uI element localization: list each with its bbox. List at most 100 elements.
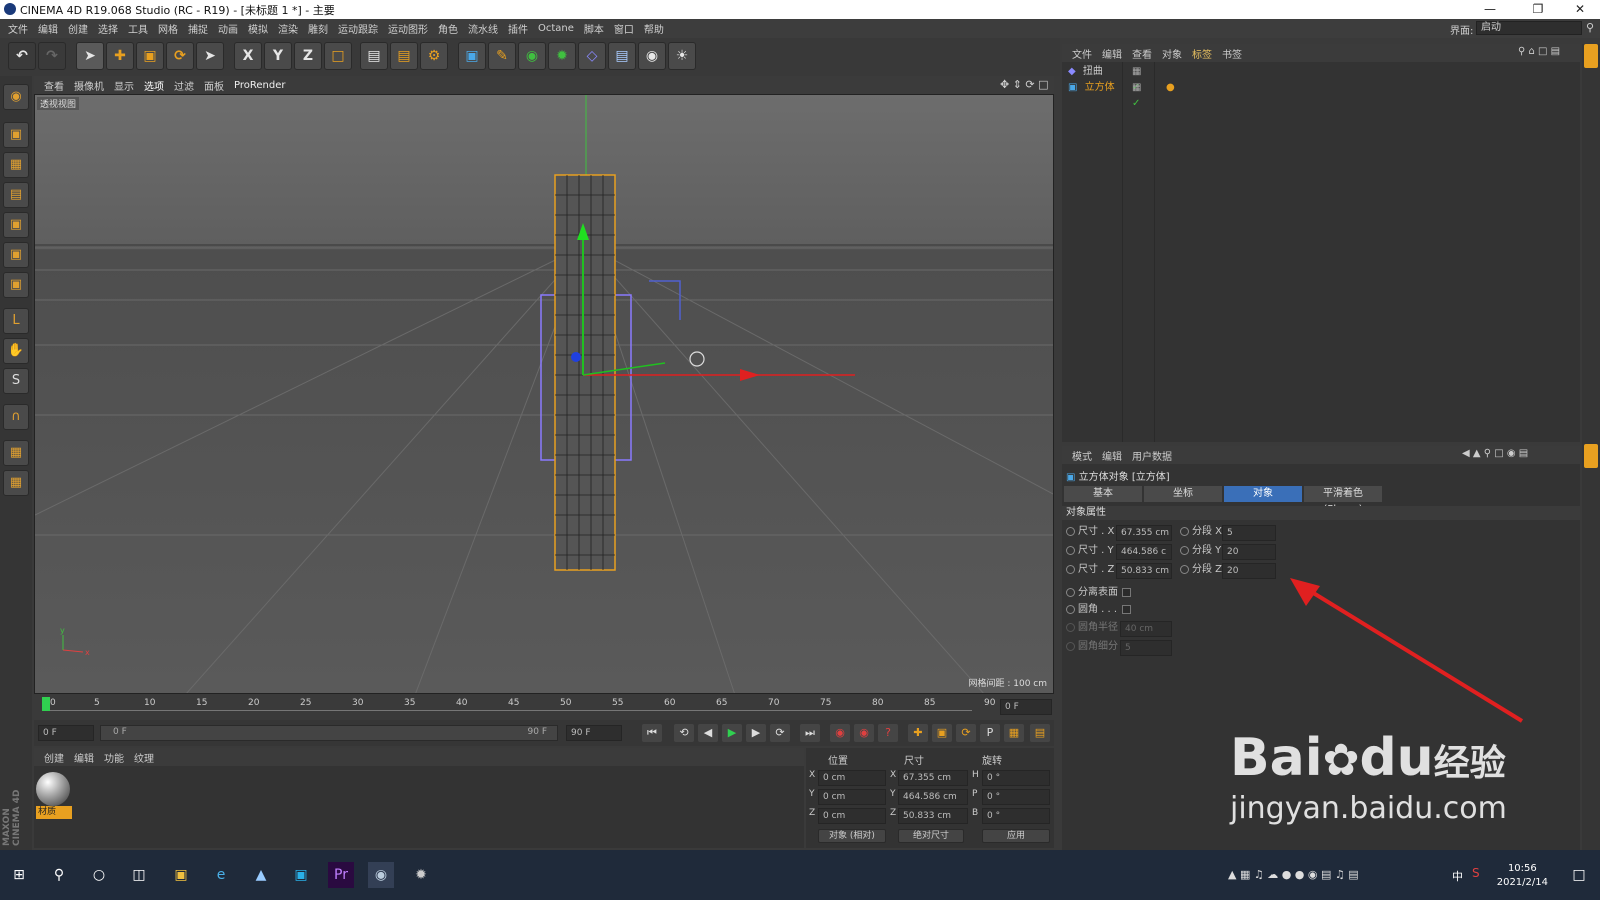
app-icon[interactable]: ▲	[248, 862, 274, 888]
obj-menu-view[interactable]: 查看	[1132, 46, 1152, 61]
workplane-lock-icon[interactable]: ▦	[3, 440, 29, 466]
attribute-nav-icons[interactable]: ◀ ▲ ⚲ □ ◉ ▤	[1462, 448, 1528, 459]
mat-menu-function[interactable]: 功能	[104, 750, 124, 765]
end-frame-field[interactable]: 90 F	[566, 725, 622, 741]
maximize-button[interactable]: ❐	[1520, 0, 1556, 19]
playhead[interactable]	[42, 697, 50, 711]
tab-basic[interactable]: 基本	[1064, 486, 1142, 502]
menu-snap[interactable]: 捕捉	[188, 21, 208, 36]
store-icon[interactable]: ▣	[288, 862, 314, 888]
deformer-icon[interactable]: ◇	[578, 42, 606, 70]
timeline-window-icon[interactable]: ▤	[1030, 724, 1050, 742]
rot-b-field[interactable]: 0 °	[982, 808, 1050, 824]
render-picture-viewer-icon[interactable]: ▤	[390, 42, 418, 70]
menu-mesh[interactable]: 网格	[158, 21, 178, 36]
phong-tag-icon[interactable]: ●	[1166, 80, 1175, 96]
vp-menu-options[interactable]: 选项	[144, 78, 164, 93]
vp-menu-view[interactable]: 查看	[44, 78, 64, 93]
menu-render[interactable]: 渲染	[278, 21, 298, 36]
menu-octane[interactable]: Octane	[538, 23, 574, 34]
current-frame-field[interactable]: 0 F	[1000, 699, 1052, 715]
texture-mode-icon[interactable]: ▦	[3, 152, 29, 178]
obj-menu-bookmarks[interactable]: 书签	[1222, 46, 1242, 61]
camera-icon[interactable]: ◉	[638, 42, 666, 70]
key-pla-icon[interactable]: ▦	[1004, 724, 1024, 742]
obj-menu-edit[interactable]: 编辑	[1102, 46, 1122, 61]
viewport-nav-icons[interactable]: ✥ ⇕ ⟳ □	[1000, 78, 1049, 91]
preview-range-slider[interactable]: 0 F 90 F	[100, 725, 558, 741]
light-icon[interactable]: ☀	[668, 42, 696, 70]
keyframe-radio[interactable]	[1180, 564, 1189, 574]
magnet-icon[interactable]: ∩	[3, 404, 29, 430]
attr-menu-mode[interactable]: 模式	[1072, 448, 1092, 463]
tweak-mode-icon[interactable]: ✋	[3, 338, 29, 364]
tab-object[interactable]: 对象	[1224, 486, 1302, 502]
menu-character[interactable]: 角色	[438, 21, 458, 36]
menu-sculpt[interactable]: 雕刻	[308, 21, 328, 36]
attr-seg-x-field[interactable]: 5	[1222, 525, 1276, 541]
key-scale-icon[interactable]: ▣	[932, 724, 952, 742]
keyframe-selection-icon[interactable]: ?	[878, 724, 898, 742]
move-tool-icon[interactable]: ✚	[106, 42, 134, 70]
snap-icon[interactable]: S	[3, 368, 29, 394]
start-frame-field[interactable]: 0 F	[38, 725, 94, 741]
keyframe-radio[interactable]	[1180, 526, 1189, 536]
size-mode-select[interactable]: 绝对尺寸	[898, 829, 964, 843]
timeline-ruler[interactable]: 0 5 10 15 20 25 30 35 40 45 50 55 60 65 …	[34, 696, 1054, 718]
next-frame-icon[interactable]: ▶	[746, 724, 766, 742]
menu-plugins[interactable]: 插件	[508, 21, 528, 36]
pos-z-field[interactable]: 0 cm	[818, 808, 886, 824]
object-row-twist[interactable]: ◆ 扭曲 ▦ ✓	[1068, 64, 1141, 93]
z-axis-lock-icon[interactable]: Z	[294, 42, 322, 70]
array-generator-icon[interactable]: ✹	[548, 42, 576, 70]
edges-mode-icon[interactable]: ▣	[3, 242, 29, 268]
obj-menu-objects[interactable]: 对象	[1162, 46, 1182, 61]
menu-window[interactable]: 窗口	[614, 21, 634, 36]
menu-pipeline[interactable]: 流水线	[468, 21, 498, 36]
sogou-icon[interactable]: S	[1472, 866, 1480, 880]
previous-key-icon[interactable]: ⟲	[674, 724, 694, 742]
visibility-toggle-icon[interactable]: ▦ ✓	[1132, 80, 1141, 112]
task-view-icon[interactable]: ◫	[126, 862, 152, 888]
attr-size-x-field[interactable]: 67.355 cm	[1116, 525, 1172, 541]
material-swatch[interactable]: 材质	[36, 772, 72, 822]
obj-menu-tags[interactable]: 标签	[1192, 46, 1212, 61]
previous-frame-icon[interactable]: ◀	[698, 724, 718, 742]
object-manager-tool-icons[interactable]: ⚲ ⌂ □ ▤	[1518, 46, 1560, 57]
start-icon[interactable]: ⊞	[6, 862, 32, 888]
menu-animate[interactable]: 动画	[218, 21, 238, 36]
menu-mograph[interactable]: 运动图形	[388, 21, 428, 36]
side-tab-objects[interactable]	[1584, 44, 1598, 68]
spline-pen-icon[interactable]: ✎	[488, 42, 516, 70]
close-button[interactable]: ✕	[1562, 0, 1598, 19]
redo-icon[interactable]: ↷	[38, 42, 66, 70]
menu-file[interactable]: 文件	[8, 21, 28, 36]
search-icon[interactable]: ⚲	[46, 862, 72, 888]
go-to-start-icon[interactable]: ⏮	[642, 724, 662, 742]
make-editable-icon[interactable]: ◉	[3, 84, 29, 110]
pos-x-field[interactable]: 0 cm	[818, 770, 886, 786]
attr-menu-edit[interactable]: 编辑	[1102, 448, 1122, 463]
attr-seg-y-field[interactable]: 20	[1222, 544, 1276, 560]
menu-simulate[interactable]: 模拟	[248, 21, 268, 36]
tab-phong[interactable]: 平滑着色(Phong)	[1304, 486, 1382, 515]
search-icon[interactable]: ⚲	[1586, 21, 1594, 34]
vp-menu-prorender[interactable]: ProRender	[234, 80, 285, 91]
vp-menu-panel[interactable]: 面板	[204, 78, 224, 93]
premiere-icon[interactable]: Pr	[328, 862, 354, 888]
attr-seg-z-field[interactable]: 20	[1222, 563, 1276, 579]
layout-select[interactable]: 启动	[1476, 21, 1582, 35]
object-row-cube[interactable]: ▣ 立方体 ▦ ✓ ●	[1068, 80, 1175, 109]
separate-surfaces-checkbox[interactable]	[1122, 588, 1131, 597]
next-key-icon[interactable]: ⟳	[770, 724, 790, 742]
record-keys-icon[interactable]: ◉	[830, 724, 850, 742]
select-tool-icon[interactable]: ➤	[76, 42, 104, 70]
menu-motion-tracker[interactable]: 运动跟踪	[338, 21, 378, 36]
autokey-icon[interactable]: ◉	[854, 724, 874, 742]
attr-menu-userdata[interactable]: 用户数据	[1132, 448, 1172, 463]
size-y-field[interactable]: 464.586 cm	[898, 789, 968, 805]
menu-select[interactable]: 选择	[98, 21, 118, 36]
model-mode-icon[interactable]: ▣	[3, 122, 29, 148]
keyframe-radio[interactable]	[1180, 545, 1189, 555]
subdivision-surface-icon[interactable]: ◉	[518, 42, 546, 70]
